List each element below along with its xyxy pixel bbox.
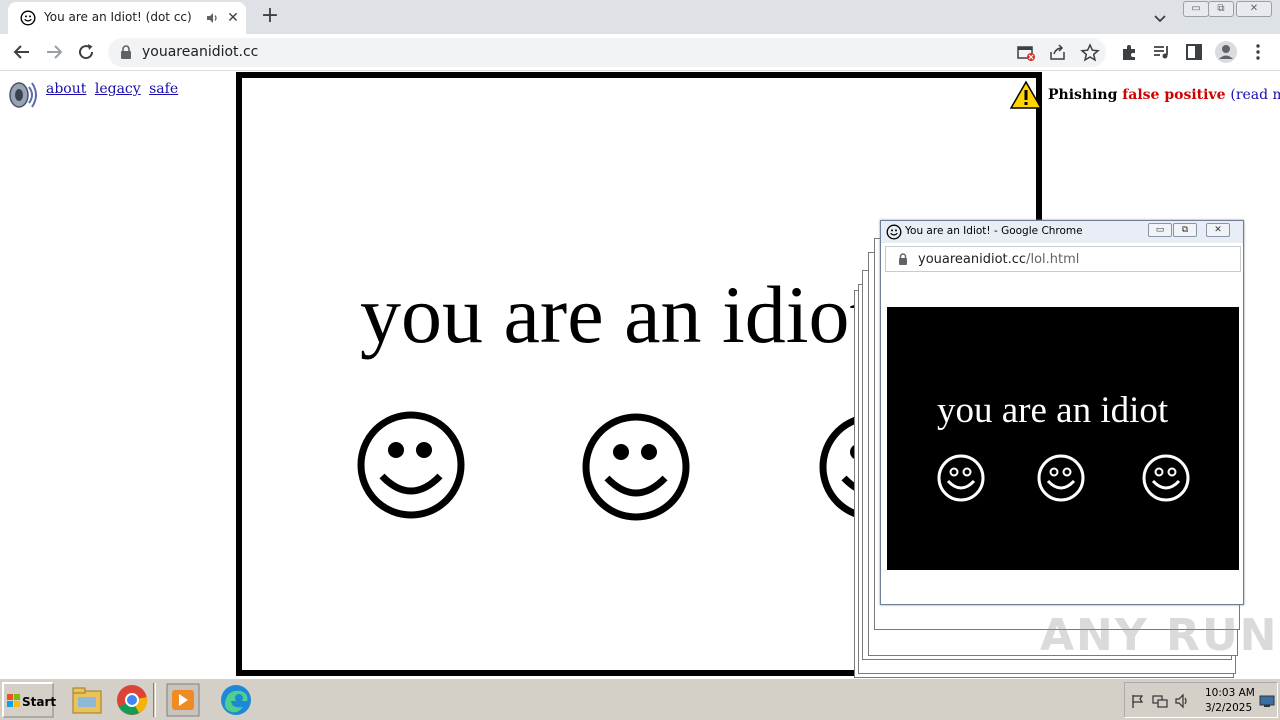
speaker-icon[interactable] — [5, 78, 41, 112]
address-bar[interactable]: youareanidiot.cc — [108, 38, 1106, 67]
smiley-icon — [582, 413, 690, 521]
side-panel-icon[interactable] — [1184, 42, 1204, 62]
read-more-link[interactable]: (read more) — [1230, 87, 1280, 103]
lock-icon — [899, 253, 907, 265]
windows-logo-icon — [7, 694, 20, 707]
tab-title: You are an Idiot! (dot cc) — [44, 10, 192, 24]
media-control-icon[interactable] — [1152, 42, 1172, 62]
close-window-button[interactable]: ✕ — [1236, 1, 1272, 17]
safe-link[interactable]: safe — [149, 81, 178, 97]
phishing-notice: Phishing false positive (read more) — [1048, 87, 1280, 103]
popup-url-host: youareanidiot.cc — [918, 252, 1027, 267]
bookmark-star-icon[interactable] — [1080, 43, 1100, 63]
system-tray: 10:03 AM 3/2/2025 — [1124, 682, 1278, 718]
more-menu-icon[interactable] — [1248, 42, 1268, 62]
share-icon[interactable] — [1048, 43, 1068, 63]
page-links: about legacy safe — [46, 81, 182, 97]
clock-time: 10:03 AM — [1205, 687, 1255, 699]
chrome-icon[interactable] — [115, 683, 149, 717]
url-text[interactable]: youareanidiot.cc — [142, 44, 258, 60]
smiley-favicon-icon — [20, 10, 36, 26]
browser-tab[interactable]: You are an Idiot! (dot cc) ✕ — [8, 2, 246, 34]
start-button[interactable]: Start — [2, 682, 57, 718]
smiley-icon — [937, 454, 985, 502]
audio-playing-icon[interactable] — [204, 10, 220, 26]
smiley-icon — [1142, 454, 1190, 502]
taskbar: Start 10:03 AM 3/2/2025 — [0, 678, 1280, 720]
watermark: ANY RUN — [1040, 610, 1279, 661]
action-center-flag-icon[interactable] — [1130, 693, 1146, 709]
blocked-popup-icon[interactable] — [1016, 43, 1036, 63]
back-arrow-icon[interactable] — [10, 40, 34, 64]
smiley-icon — [357, 411, 465, 519]
restore-button[interactable]: ⧉ — [1208, 1, 1234, 17]
tab-strip: You are an Idiot! (dot cc) ✕ + ▭ ⧉ ✕ — [0, 0, 1280, 34]
minimize-button[interactable]: ▭ — [1183, 1, 1209, 17]
clock-date: 3/2/2025 — [1205, 702, 1253, 714]
legacy-link[interactable]: legacy — [95, 81, 141, 97]
lock-icon[interactable] — [120, 45, 132, 59]
phishing-status: false positive — [1122, 87, 1226, 103]
popup-headline: you are an idiot — [937, 390, 1169, 431]
popup-url: youareanidiot.cc/lol.html — [918, 252, 1079, 267]
warning-icon — [1010, 80, 1042, 109]
smiley-favicon-icon — [886, 224, 902, 240]
popup-address-bar[interactable]: youareanidiot.cc/lol.html — [885, 246, 1241, 272]
volume-icon[interactable] — [1174, 693, 1190, 709]
show-desktop-icon[interactable] — [1259, 693, 1275, 709]
taskbar-separator — [153, 683, 156, 717]
edge-icon[interactable] — [219, 683, 253, 717]
popup-window[interactable]: You are an Idiot! - Google Chrome ▭ ⧉ ✕ … — [880, 220, 1244, 605]
headline: you are an idiot — [360, 269, 873, 360]
explorer-icon[interactable] — [70, 683, 104, 717]
extensions-puzzle-icon[interactable] — [1120, 42, 1140, 62]
phishing-label: Phishing — [1048, 87, 1118, 103]
network-icon[interactable] — [1152, 693, 1168, 709]
media-player-icon[interactable] — [166, 683, 200, 717]
popup-maximize-button[interactable]: ⧉ — [1173, 223, 1197, 237]
popup-url-path: /lol.html — [1026, 252, 1080, 267]
popup-minimize-button[interactable]: ▭ — [1148, 223, 1172, 237]
popup-content: you are an idiot — [887, 307, 1239, 570]
popup-close-button[interactable]: ✕ — [1206, 223, 1230, 237]
forward-arrow-icon[interactable] — [42, 40, 66, 64]
tab-close-icon[interactable]: ✕ — [224, 9, 242, 27]
about-link[interactable]: about — [46, 81, 86, 97]
start-label: Start — [22, 695, 57, 709]
popup-titlebar[interactable]: You are an Idiot! - Google Chrome ▭ ⧉ ✕ — [881, 221, 1243, 243]
reload-icon[interactable] — [74, 40, 98, 64]
tab-search-chevron-icon[interactable] — [1150, 8, 1170, 28]
smiley-icon — [1037, 454, 1085, 502]
profile-avatar-icon[interactable] — [1214, 40, 1238, 64]
popup-title: You are an Idiot! - Google Chrome — [905, 225, 1083, 237]
browser-toolbar: youareanidiot.cc — [0, 34, 1280, 71]
new-tab-button[interactable]: + — [258, 5, 282, 29]
